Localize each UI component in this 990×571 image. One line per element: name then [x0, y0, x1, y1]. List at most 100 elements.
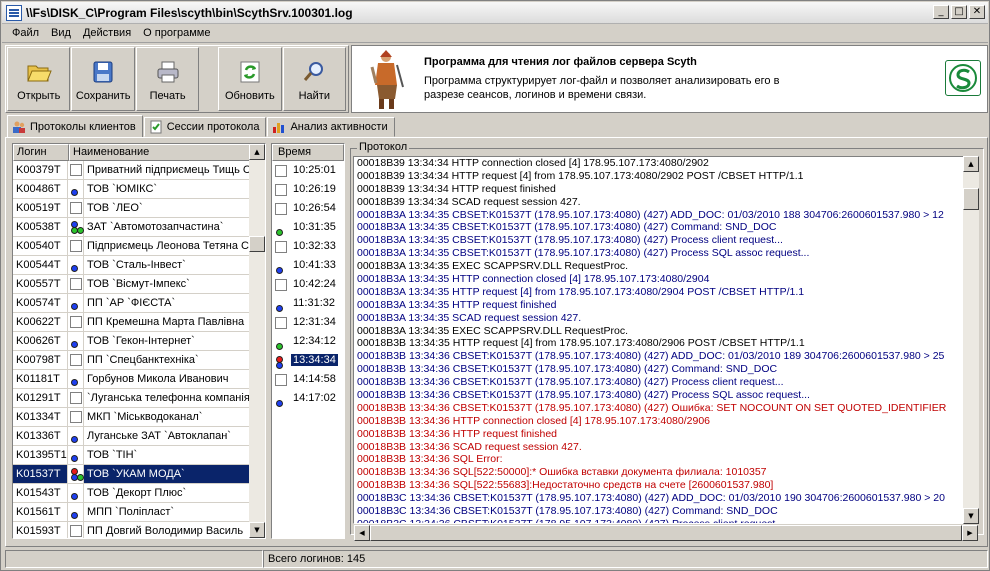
- client-row[interactable]: K01181T Горбунов Микола Иванович: [13, 370, 265, 389]
- time-row[interactable]: 14:14:58: [272, 370, 344, 389]
- checkbox[interactable]: [275, 184, 287, 196]
- tab-client-protocols[interactable]: Протоколы клиентов: [7, 115, 143, 137]
- clients-grid[interactable]: Логин Наименование K00379T Приватний підп…: [12, 143, 266, 539]
- save-button[interactable]: Сохранить: [71, 47, 135, 111]
- clients-scrollbar[interactable]: ▲ ▼: [249, 144, 265, 538]
- scroll-thumb[interactable]: [249, 236, 265, 252]
- close-button[interactable]: ✕: [969, 5, 985, 19]
- log-vertical-scrollbar[interactable]: ▲ ▼: [963, 156, 979, 524]
- log-line: 00018B3C 13:34:36 CBSET:K01537T (178.95.…: [357, 505, 778, 518]
- banner-subtitle: Программа структурирует лог-файл и позво…: [424, 75, 780, 101]
- time-row[interactable]: 10:26:54: [272, 199, 344, 218]
- checkbox[interactable]: [70, 240, 82, 252]
- checkbox[interactable]: [70, 354, 82, 366]
- client-row[interactable]: K01336T Луганське ЗАТ `Автоклапан`: [13, 427, 265, 446]
- refresh-button[interactable]: Обновить: [218, 47, 282, 111]
- client-status-cell: [68, 218, 84, 236]
- client-row[interactable]: K01593T ПП Довгий Володимир Василь: [13, 522, 265, 538]
- checkbox[interactable]: [70, 202, 82, 214]
- scroll-down-button[interactable]: ▼: [249, 522, 265, 538]
- time-row[interactable]: 12:34:12: [272, 332, 344, 351]
- log-line: 00018B3A 13:34:35 HTTP request finished: [357, 298, 557, 311]
- client-login: K00538T: [13, 218, 68, 236]
- log-scroll-down-button[interactable]: ▼: [963, 508, 979, 524]
- title-bar[interactable]: \\Fs\DISK_C\Program Files\scyth\bin\Scyt…: [2, 2, 988, 24]
- session-time: 10:26:54: [293, 202, 336, 214]
- client-row[interactable]: K01291T `Луганська телефонна компанія: [13, 389, 265, 408]
- time-row[interactable]: 10:41:33: [272, 256, 344, 275]
- time-row[interactable]: 10:26:19: [272, 180, 344, 199]
- client-row[interactable]: K00557T ТОВ `Вісмут-Імпекс`: [13, 275, 265, 294]
- tab-activity-analysis[interactable]: Анализ активности: [267, 117, 395, 137]
- client-row[interactable]: K00626T ТОВ `Гекон-Інтернет`: [13, 332, 265, 351]
- checkbox[interactable]: [70, 525, 82, 537]
- protocol-log[interactable]: 00018B39 13:34:34 HTTP connection closed…: [353, 156, 979, 524]
- client-row[interactable]: K00519T ТОВ `ЛЕО`: [13, 199, 265, 218]
- menu-about[interactable]: О программе: [137, 27, 216, 39]
- tab-protocol-sessions[interactable]: Сессии протокола: [143, 117, 267, 137]
- time-row[interactable]: 10:42:24: [272, 275, 344, 294]
- menu-view[interactable]: Вид: [45, 27, 77, 39]
- time-row[interactable]: 12:31:34: [272, 313, 344, 332]
- log-line: 00018B3B 13:34:36 HTTP request finished: [357, 427, 558, 440]
- menu-actions[interactable]: Действия: [77, 27, 137, 39]
- time-row[interactable]: 14:17:02: [272, 389, 344, 408]
- menu-file[interactable]: Файл: [6, 27, 45, 39]
- column-name[interactable]: Наименование: [69, 144, 251, 161]
- client-name: ТОВ `Гекон-Інтернет`: [87, 335, 195, 347]
- time-row[interactable]: 10:32:33: [272, 237, 344, 256]
- blue-status-dot-icon: [276, 305, 283, 312]
- client-row[interactable]: K00622T ПП Кремешна Марта Павлівна: [13, 313, 265, 332]
- times-list[interactable]: Время 10:25:01 10:26:19 10:26:54 10:31:35 10…: [271, 143, 345, 539]
- checkbox[interactable]: [275, 241, 287, 253]
- blue-status-dot-icon: [276, 400, 283, 407]
- client-row[interactable]: K00486T ТОВ `ЮМІКС`: [13, 180, 265, 199]
- client-row[interactable]: K01395T1 ТОВ `ТІН`: [13, 446, 265, 465]
- time-row[interactable]: 10:31:35: [272, 218, 344, 237]
- print-button[interactable]: Печать: [135, 47, 200, 111]
- session-time: 10:41:33: [293, 259, 336, 271]
- session-time: 10:42:24: [293, 278, 336, 290]
- client-row[interactable]: K00544T ТОВ `Сталь-Інвест`: [13, 256, 265, 275]
- find-button[interactable]: Найти: [282, 47, 347, 111]
- time-row[interactable]: 13:34:34: [272, 351, 344, 370]
- maximize-button[interactable]: □: [951, 5, 967, 19]
- checkbox[interactable]: [70, 392, 82, 404]
- checkbox[interactable]: [70, 278, 82, 290]
- time-row[interactable]: 10:25:01: [272, 161, 344, 180]
- checkbox[interactable]: [275, 165, 287, 177]
- client-row[interactable]: K01561T МПП `Поліпласт`: [13, 503, 265, 522]
- column-login[interactable]: Логин: [13, 144, 69, 161]
- log-scroll-up-button[interactable]: ▲: [963, 156, 979, 172]
- checkbox[interactable]: [70, 316, 82, 328]
- log-scroll-right-button[interactable]: ▶: [962, 525, 978, 541]
- checkbox[interactable]: [275, 317, 287, 329]
- column-time[interactable]: Время: [272, 144, 344, 161]
- scroll-up-button[interactable]: ▲: [249, 144, 265, 160]
- client-name: ПП `Спецбанктехніка`: [87, 354, 199, 366]
- log-scroll-left-button[interactable]: ◀: [354, 525, 370, 541]
- client-row[interactable]: K01543T ТОВ `Декорт Плюс`: [13, 484, 265, 503]
- checkbox[interactable]: [70, 164, 82, 176]
- checkbox[interactable]: [275, 374, 287, 386]
- print-label: Печать: [149, 90, 186, 102]
- client-row[interactable]: K01334T МКП `Міськводоканал`: [13, 408, 265, 427]
- checkbox[interactable]: [275, 203, 287, 215]
- client-row[interactable]: K01537T ТОВ `УКАМ МОДА`: [13, 465, 265, 484]
- log-line: 00018B3A 13:34:35 SCAD request session 4…: [357, 311, 582, 324]
- time-status-cell: [273, 334, 289, 350]
- open-button[interactable]: Открыть: [7, 47, 71, 111]
- log-horizontal-scrollbar[interactable]: ◀ ▶: [354, 525, 978, 541]
- client-row[interactable]: K00538T ЗАТ `Автомотозапчастина`: [13, 218, 265, 237]
- time-row[interactable]: 11:31:32: [272, 294, 344, 313]
- log-scroll-thumb[interactable]: [963, 188, 979, 210]
- client-row[interactable]: K00540T Підприємець Леонова Тетяна Се: [13, 237, 265, 256]
- log-hscroll-thumb[interactable]: [370, 525, 962, 541]
- checkbox[interactable]: [70, 411, 82, 423]
- minimize-button[interactable]: _: [933, 5, 949, 19]
- client-row[interactable]: K00574T ПП `АР `ФІЄСТА`: [13, 294, 265, 313]
- client-name: ЗАТ `Автомотозапчастина`: [87, 221, 224, 233]
- client-row[interactable]: K00798T ПП `Спецбанктехніка`: [13, 351, 265, 370]
- client-row[interactable]: K00379T Приватний підприємець Тищь Се: [13, 161, 265, 180]
- checkbox[interactable]: [275, 279, 287, 291]
